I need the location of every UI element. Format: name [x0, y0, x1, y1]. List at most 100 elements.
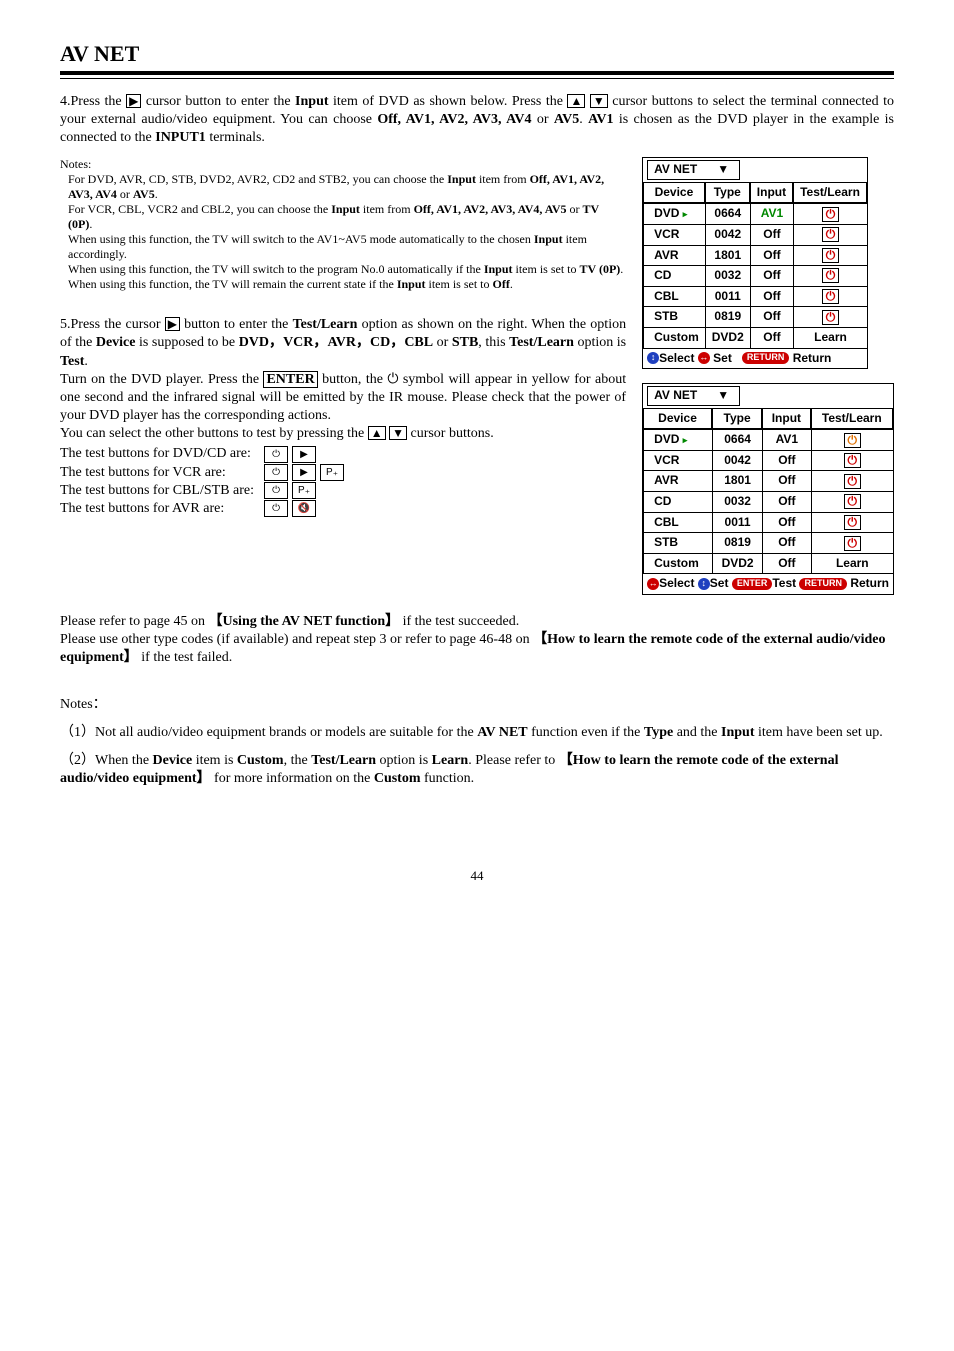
cell: Off [750, 245, 793, 266]
text: cursor buttons. [407, 426, 494, 441]
text: AV NET [654, 162, 697, 176]
text: item is [192, 753, 237, 768]
text: TV (0P) [580, 262, 621, 276]
power-icon: ⏻ [387, 372, 398, 387]
power-icon: ⏻ [822, 310, 840, 325]
power-icon: ⏻ [844, 433, 862, 448]
power-icon: ⏻ [822, 289, 840, 304]
text: or [567, 202, 583, 216]
text: Off, AV1, AV2, AV3, AV4 [377, 112, 531, 127]
cell: CBL [643, 512, 712, 533]
power-icon: ⏻ [844, 515, 862, 530]
text: item from [360, 202, 414, 216]
cell: 0042 [712, 450, 762, 471]
cell: 0664 [705, 203, 750, 224]
cell: VCR [643, 450, 712, 471]
text: When using this function, the TV will sw… [68, 262, 484, 276]
text: item is set to [513, 262, 580, 276]
text: You can select the other buttons to test… [60, 426, 368, 441]
play-icon: ▶ [292, 464, 316, 481]
cell: VCR [643, 224, 705, 245]
cell: Off [762, 553, 810, 574]
text: if the test failed. [138, 650, 232, 665]
notes2-label: Notes： [60, 696, 894, 714]
av-net-table-1: AV NET ▼ Device Type Input Test/Learn DV… [642, 157, 868, 369]
col-testlearn: Test/Learn [793, 182, 867, 204]
cell: AVR [643, 245, 705, 266]
text: Input [331, 202, 360, 216]
cell: 0032 [705, 265, 750, 286]
text: （1）Not all audio/video equipment brands … [60, 725, 477, 740]
power-icon: ⏻ [822, 268, 840, 283]
text: Off, AV1, AV2, AV3, AV4, AV5 [414, 202, 567, 216]
col-input: Input [762, 408, 810, 430]
cell: 1801 [705, 245, 750, 266]
right-icon: ▶ [165, 317, 180, 331]
enter-button-label: ENTER [263, 371, 317, 388]
cell: AV1 [761, 206, 783, 220]
text: 4.Press the [60, 94, 126, 109]
cell: 0819 [712, 532, 762, 553]
text: option is [376, 753, 432, 768]
text: . [579, 112, 588, 127]
cell: Off [750, 306, 793, 327]
cell: Off [762, 470, 810, 491]
cell: STB [643, 532, 712, 553]
text: Input [447, 172, 476, 186]
text: When using this function, the TV will re… [68, 277, 397, 291]
text: item of DVD as shown below. Press the [329, 94, 568, 109]
text: Input [484, 262, 513, 276]
notes-label: Notes: [60, 157, 626, 172]
cell: 0011 [712, 512, 762, 533]
text: . [89, 217, 92, 231]
text: . [510, 277, 513, 291]
col-input: Input [750, 182, 793, 204]
cell: Learn [811, 553, 893, 574]
text: item from [476, 172, 530, 186]
table-footer: ↔Select ↕Set ENTERTest RETURN Return [643, 573, 893, 594]
cell: Off [762, 512, 810, 533]
text: For VCR, CBL, VCR2 and CBL2, you can cho… [68, 202, 331, 216]
text: and the [673, 725, 721, 740]
table-row: DVD ▸ [643, 429, 712, 450]
text: AV NET [654, 388, 697, 402]
cell: AVR [643, 470, 712, 491]
cell: 0011 [705, 286, 750, 307]
cell: 1801 [712, 470, 762, 491]
step5-paragraph: 5.Press the cursor ▶ button to enter the… [60, 316, 626, 518]
text: cursor button to enter the [141, 94, 295, 109]
cell: Custom [643, 553, 712, 574]
text: Input [397, 277, 426, 291]
cell: DVD2 [712, 553, 762, 574]
text: or [433, 335, 452, 350]
mute-icon: 🔇 [292, 500, 316, 517]
notes-block: Notes: For DVD, AVR, CD, STB, DVD2, AVR2… [60, 157, 626, 292]
title-underline [60, 71, 894, 79]
text: 【Using the AV NET function】 [209, 614, 400, 629]
text: if the test succeeded. [399, 614, 519, 629]
text: AV5 [554, 112, 579, 127]
col-device: Device [643, 182, 705, 204]
text: . Please refer to [468, 753, 559, 768]
cell: CD [643, 265, 705, 286]
text: or [531, 112, 553, 127]
cell: Off [750, 224, 793, 245]
text: INPUT1 [155, 130, 206, 145]
up-icon: ▲ [567, 94, 585, 108]
text: Type [644, 725, 673, 740]
step4-paragraph: 4.Press the ▶ cursor button to enter the… [60, 93, 894, 148]
table-row: DVD ▸ [643, 203, 705, 224]
cell: Off [762, 532, 810, 553]
text: Custom [374, 771, 421, 786]
cell: 0819 [705, 306, 750, 327]
text: Test/Learn [509, 335, 574, 350]
play-icon: ▶ [292, 446, 316, 463]
power-icon: ⏻ [264, 464, 288, 481]
col-type: Type [705, 182, 750, 204]
text: Input [534, 232, 563, 246]
power-icon: ⏻ [822, 248, 840, 263]
cell: Off [750, 265, 793, 286]
table-footer: ↕Select ↔ Set RETURN Return [643, 348, 867, 369]
cell: AV1 [762, 429, 810, 450]
text: Please refer to page 45 on [60, 614, 209, 629]
